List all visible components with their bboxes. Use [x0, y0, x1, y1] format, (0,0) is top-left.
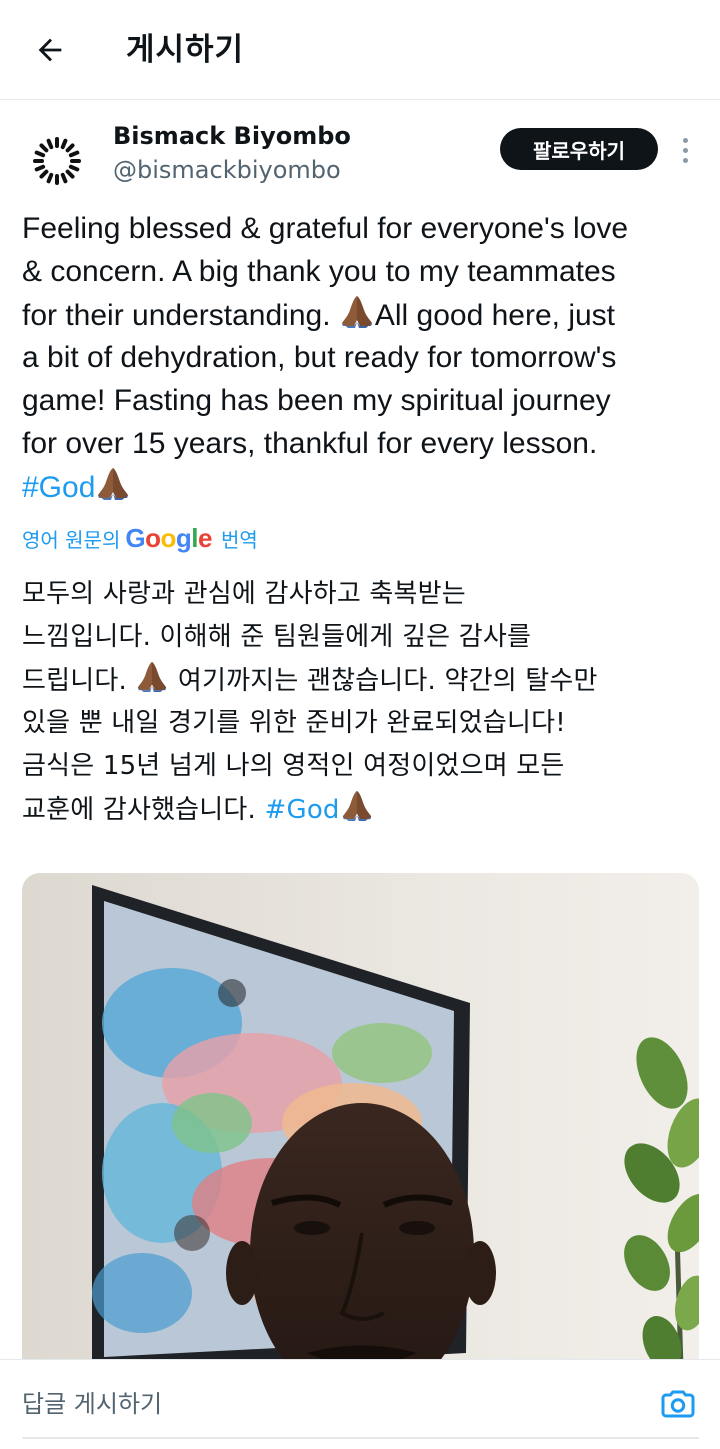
video-frame-image [22, 873, 699, 1403]
hashtag-link[interactable]: #God [264, 795, 339, 825]
translate-prefix: 영어 원문의 [22, 527, 121, 552]
translation-line: 금식은 15년 넘게 나의 영적인 여정이었으며 모든 [22, 751, 565, 781]
translation-line-text: 교훈에 감사했습니다. [22, 795, 265, 825]
folded-hands-emoji [340, 788, 374, 822]
top-bar: 게시하기 [0, 0, 720, 100]
more-options-button[interactable] [672, 130, 698, 170]
translation-line: 모두의 사랑과 관심에 감사하고 축복받는 [22, 579, 466, 609]
google-logo: Google [125, 522, 212, 553]
more-vertical-icon-dot [682, 157, 688, 163]
hashtag-link[interactable]: #God [22, 471, 95, 504]
folded-hands-emoji [339, 293, 375, 329]
tweet-line: Feeling blessed & grateful for everyone'… [22, 212, 629, 245]
translated-text: 모두의 사랑과 관심에 감사하고 축복받는 느낌입니다. 이해해 준 팀원들에게… [22, 573, 712, 831]
tweet-line: for their understanding. All good here, … [22, 293, 712, 336]
reply-input[interactable] [22, 1376, 642, 1432]
translation-line-text: 드립니다. [22, 666, 136, 696]
tweet-line-text: All good here, just [374, 299, 616, 332]
camera-button[interactable] [660, 1386, 696, 1422]
tweet-text: Feeling blessed & grateful for everyone'… [22, 207, 712, 508]
translation-line: 있을 뿐 내일 경기를 위한 준비가 완료되었습니다! [22, 708, 566, 738]
tweet-line: a bit of dehydration, but ready for tomo… [22, 341, 617, 374]
arrow-left-icon [38, 38, 62, 62]
camera-icon [661, 1390, 695, 1418]
reply-divider [22, 1437, 699, 1439]
follow-button[interactable]: 팔로우하기 [500, 128, 658, 170]
tweet-line-text: for their understanding. [22, 299, 339, 332]
translation-attribution[interactable]: 영어 원문의 Google 번역 [22, 522, 258, 554]
tweet-line: #God [22, 465, 712, 508]
tweet-line: & concern. A big thank you to my teammat… [22, 255, 616, 288]
back-button[interactable] [26, 26, 74, 74]
translate-suffix: 번역 [220, 527, 258, 552]
translation-line: 드립니다. 여기까지는 괜찮습니다. 약간의 탈수만 [22, 659, 712, 702]
translation-line: 느낌입니다. 이해해 준 팀원들에게 깊은 감사를 [22, 622, 532, 652]
folded-hands-emoji [95, 465, 131, 501]
author-handle[interactable]: @bismackbiyombo [113, 154, 341, 186]
more-vertical-icon-dot [682, 147, 688, 153]
translation-line-text: 여기까지는 괜찮습니다. 약간의 탈수만 [169, 666, 598, 696]
more-vertical-icon [682, 137, 688, 143]
avatar[interactable] [22, 126, 92, 196]
author-name[interactable]: Bismack Biyombo [113, 120, 351, 152]
tweet-media-video[interactable] [22, 873, 699, 1403]
folded-hands-emoji [135, 659, 169, 693]
avatar-logo-icon [33, 137, 81, 185]
translation-line: 교훈에 감사했습니다. #God [22, 788, 712, 831]
tweet-line: game! Fasting has been my spiritual jour… [22, 384, 611, 417]
tweet-line: for over 15 years, thankful for every le… [22, 427, 598, 460]
page-title: 게시하기 [126, 32, 245, 68]
